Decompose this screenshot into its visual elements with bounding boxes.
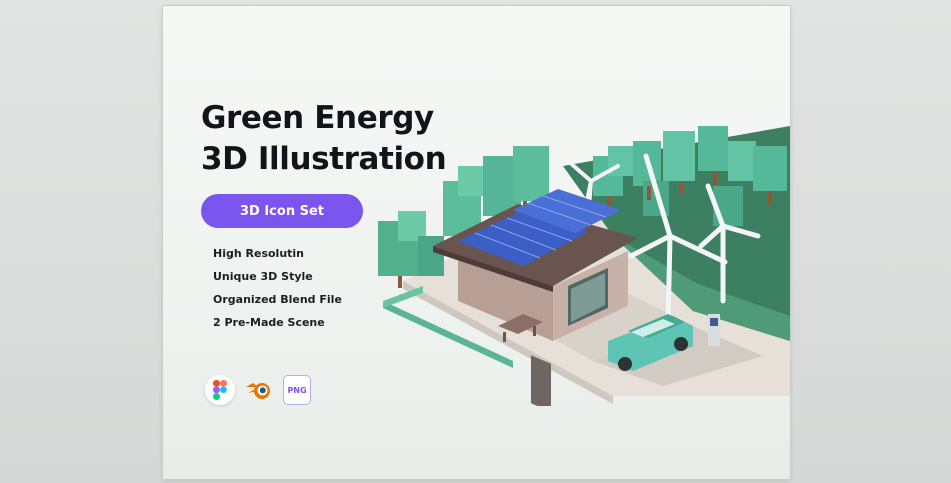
tool-icons: PNG [205, 375, 311, 405]
feature-list: High Resolutin Unique 3D Style Organized… [213, 242, 342, 334]
preview-card: Green Energy 3D Illustration 3D Icon Set… [163, 6, 790, 479]
blender-icon [244, 375, 274, 405]
screen-background: Green Energy 3D Illustration 3D Icon Set… [0, 0, 951, 483]
png-label: PNG [287, 385, 307, 395]
green-energy-illustration [378, 126, 790, 406]
figma-icon [205, 375, 235, 405]
icon-set-badge: 3D Icon Set [201, 194, 363, 228]
feature-item: Organized Blend File [213, 293, 342, 306]
feature-item: 2 Pre-Made Scene [213, 316, 325, 329]
feature-item: High Resolutin [213, 247, 305, 260]
feature-item: Unique 3D Style [213, 270, 313, 283]
png-file-icon: PNG [283, 375, 311, 405]
